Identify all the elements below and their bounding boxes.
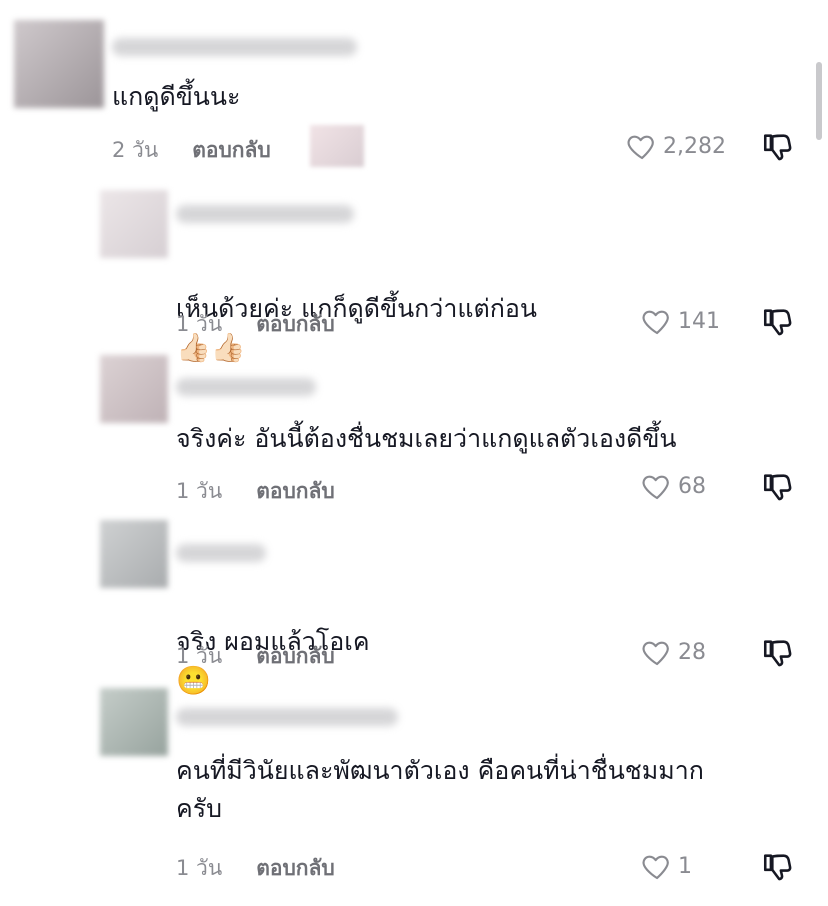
comment-time: 2 วัน	[112, 138, 159, 162]
username-blurred[interactable]	[112, 38, 357, 56]
reply-button[interactable]: ตอบกลับ	[256, 852, 335, 885]
username-blurred[interactable]	[176, 708, 398, 726]
heart-outline-icon	[642, 310, 669, 335]
username-blurred[interactable]	[176, 544, 266, 562]
avatar[interactable]	[100, 355, 168, 423]
like-button[interactable]: 1	[640, 850, 692, 882]
like-count: 141	[678, 308, 720, 334]
avatar[interactable]	[100, 520, 168, 588]
like-button[interactable]: 68	[640, 470, 706, 502]
heart-outline-icon	[642, 855, 669, 880]
username-blurred[interactable]	[176, 378, 316, 396]
comment-text: จริงค่ะ อันนี้ต้องชื่นชมเลยว่าแกดูแลตัวเ…	[176, 424, 677, 453]
heart-outline-icon	[642, 641, 669, 666]
like-button[interactable]: 141	[640, 305, 720, 337]
like-count: 2,282	[663, 133, 726, 159]
thumbs-down-icon[interactable]	[760, 636, 796, 670]
reply-button[interactable]: ตอบกลับ	[256, 308, 335, 341]
reply-button[interactable]: ตอบกลับ	[256, 475, 335, 508]
like-button[interactable]: 2,282	[625, 130, 726, 162]
heart-outline-icon	[642, 475, 669, 500]
scrollbar[interactable]	[816, 62, 822, 140]
avatar[interactable]	[100, 688, 168, 756]
comment-meta: 1 วัน ตอบกลับ	[176, 308, 335, 341]
comment-time: 1 วัน	[176, 312, 223, 336]
avatar[interactable]	[14, 20, 104, 108]
reply-button[interactable]: ตอบกลับ	[256, 640, 335, 673]
comment-time: 1 วัน	[176, 479, 223, 503]
thumbs-down-icon[interactable]	[760, 305, 796, 339]
comment-meta: 1 วัน ตอบกลับ	[176, 852, 335, 885]
comment-meta: 1 วัน ตอบกลับ	[176, 475, 335, 508]
like-button[interactable]: 28	[640, 636, 706, 668]
comment-time: 1 วัน	[176, 856, 223, 880]
heart-outline-icon	[627, 135, 654, 160]
username-blurred[interactable]	[176, 205, 354, 223]
comment-meta: 2 วัน ตอบกลับ	[112, 134, 271, 167]
comment-text: แกดูดีขึ้นนะ	[112, 82, 241, 111]
like-count: 28	[678, 639, 706, 665]
thumbs-down-icon[interactable]	[760, 470, 796, 504]
like-count: 1	[678, 853, 692, 879]
like-count: 68	[678, 473, 706, 499]
comment-text: คนที่มีวินัยและพัฒนาตัวเอง คือคนที่น่าชื…	[176, 756, 704, 823]
reply-button[interactable]: ตอบกลับ	[192, 134, 271, 167]
sticker-image[interactable]	[310, 125, 364, 167]
comment-time: 1 วัน	[176, 644, 223, 668]
comment-meta: 1 วัน ตอบกลับ	[176, 640, 335, 673]
avatar[interactable]	[100, 190, 168, 258]
thumbs-down-icon[interactable]	[760, 850, 796, 884]
thumbs-down-icon[interactable]	[760, 130, 796, 164]
